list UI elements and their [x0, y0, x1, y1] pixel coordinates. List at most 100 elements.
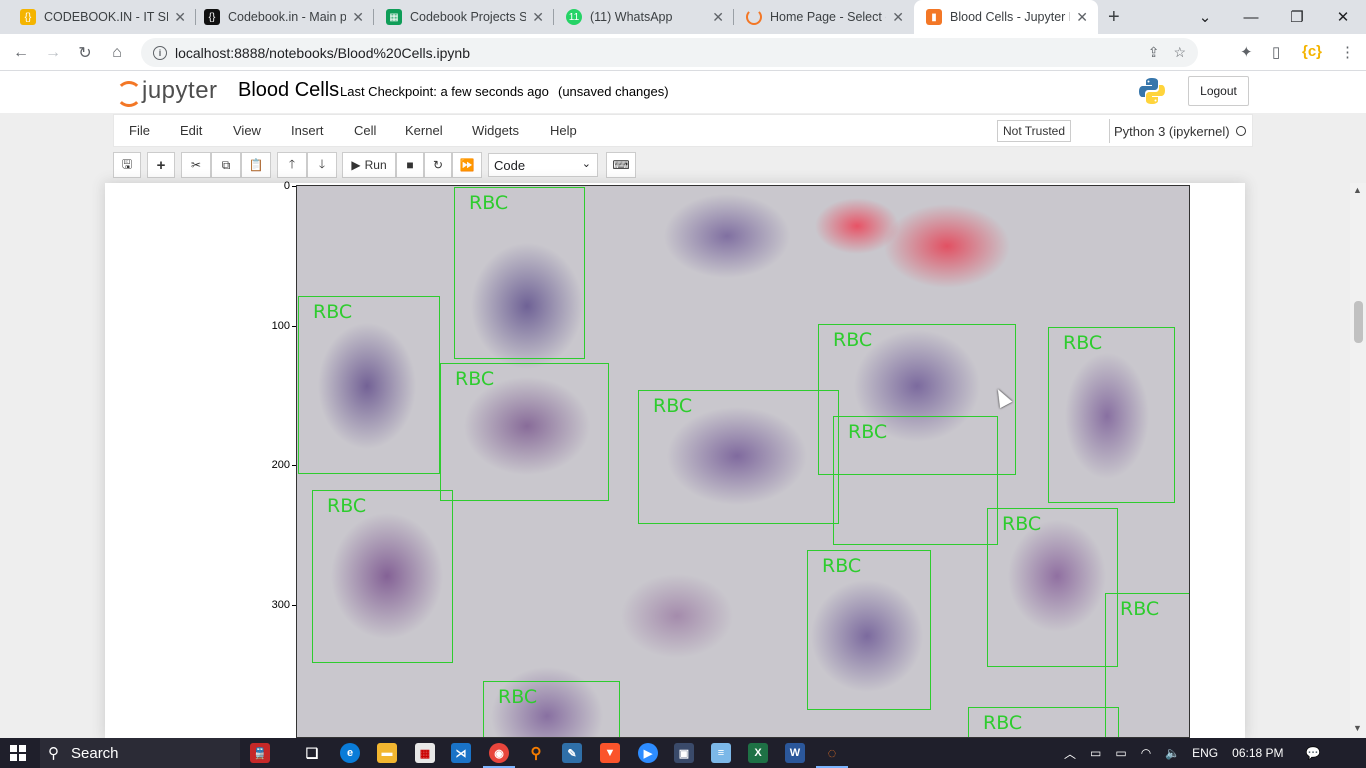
system-tray: ︿ ▭ ▭ ◠ 🔈 ENG 06:18 PM 💬 — [1064, 738, 1320, 768]
word-icon[interactable]: W — [785, 743, 805, 763]
close-icon[interactable]: ✕ — [892, 9, 904, 26]
forward-icon[interactable]: → — [41, 41, 65, 65]
tab-codebook-projects[interactable]: ▦ Codebook Projects St ✕ — [374, 0, 554, 34]
menu-insert[interactable]: Insert — [291, 123, 324, 138]
move-up-button[interactable]: 🡑 — [277, 152, 307, 178]
tab-codebook-main[interactable]: {} Codebook.in - Main p ✕ — [192, 0, 374, 34]
language-indicator[interactable]: ENG — [1192, 746, 1218, 760]
excel-icon[interactable]: X — [748, 743, 768, 763]
reload-icon[interactable]: ↻ — [73, 41, 97, 65]
restart-button[interactable]: ↻ — [424, 152, 452, 178]
cut-button[interactable]: ✂ — [181, 152, 211, 178]
fast-forward-icon: ⏩ — [459, 158, 475, 172]
close-icon[interactable]: ✕ — [532, 9, 544, 26]
tab-blood-cells[interactable]: ▮ Blood Cells - Jupyter N ✕ — [914, 0, 1098, 34]
back-icon[interactable]: ← — [9, 41, 33, 65]
page-scrollbar[interactable]: ▲ ▼ — [1350, 183, 1366, 738]
wifi-icon[interactable]: ◠ — [1141, 746, 1151, 760]
task-view-icon[interactable]: ❏ — [302, 743, 322, 763]
url-text: localhost:8888/notebooks/Blood%20Cells.i… — [175, 44, 470, 61]
minimize-icon[interactable]: — — [1228, 0, 1274, 34]
taskbar-search[interactable]: ⚲ Search — [40, 738, 240, 768]
whatsapp-icon: 11 — [566, 9, 582, 25]
rbc-detection-box: RBC — [483, 681, 620, 737]
site-info-icon[interactable]: i — [153, 45, 167, 60]
menu-help[interactable]: Help — [550, 123, 577, 138]
close-icon[interactable]: ✕ — [352, 9, 364, 26]
close-icon[interactable]: ✕ — [712, 9, 724, 26]
side-panel-icon[interactable]: ▯ — [1272, 43, 1280, 61]
restart-run-all-button[interactable]: ⏩ — [452, 152, 482, 178]
move-down-button[interactable]: 🡓 — [307, 152, 337, 178]
jupyter-toolbar: 🖫 + ✂ ⧉ 📋 🡑 🡓 ▶ Run ■ ↻ ⏩ Code ⌄ ⌨ — [113, 149, 1253, 181]
y-tick-label: 200 — [271, 459, 290, 471]
scroll-up-icon[interactable]: ▲ — [1353, 185, 1362, 195]
rbc-detection-box: RBC — [440, 363, 609, 501]
close-icon[interactable]: ✕ — [174, 9, 186, 26]
logout-button[interactable]: Logout — [1188, 76, 1249, 106]
tab-title: CODEBOOK.IN - IT SER — [44, 10, 168, 24]
system-icon[interactable]: ▣ — [674, 743, 694, 763]
extensions-icon[interactable]: ✦ — [1240, 43, 1253, 61]
browser-menu-icon[interactable]: ⋮ — [1340, 43, 1355, 61]
battery-icon[interactable]: ▭ — [1115, 746, 1126, 760]
notebook-name[interactable]: Blood Cells — [238, 79, 339, 102]
tab-search-icon[interactable]: ⌄ — [1182, 0, 1228, 34]
codebook-extension-icon[interactable]: {c} — [1302, 43, 1322, 60]
chevron-up-icon[interactable]: ︿ — [1064, 745, 1076, 762]
copy-button[interactable]: ⧉ — [211, 152, 241, 178]
rbc-detection-box: RBC — [1048, 327, 1175, 503]
kernel-name: Python 3 (ipykernel) — [1109, 119, 1230, 143]
stop-icon: ■ — [406, 158, 414, 172]
chrome-icon[interactable]: ◉ — [483, 743, 515, 768]
clock[interactable]: 06:18 PM — [1232, 746, 1283, 760]
notifications-icon[interactable]: 💬 — [1306, 746, 1321, 760]
run-button[interactable]: ▶ Run — [342, 152, 396, 178]
menu-edit[interactable]: Edit — [180, 123, 202, 138]
close-icon[interactable]: ✕ — [1076, 9, 1088, 26]
vscode-icon[interactable]: ⋊ — [451, 743, 471, 763]
cell-type-select[interactable]: Code ⌄ — [488, 153, 598, 177]
scrollbar-thumb[interactable] — [1354, 301, 1363, 343]
edge-icon[interactable]: e — [340, 743, 360, 763]
menu-kernel[interactable]: Kernel — [405, 123, 443, 138]
tab-whatsapp[interactable]: 11 (11) WhatsApp ✕ — [554, 0, 734, 34]
menu-file[interactable]: File — [129, 123, 150, 138]
search-app-icon[interactable]: ⚲ — [526, 743, 546, 763]
codebook-dark-icon: {} — [204, 9, 220, 25]
menu-widgets[interactable]: Widgets — [472, 123, 519, 138]
menu-cell[interactable]: Cell — [354, 123, 376, 138]
python-logo-icon — [1139, 78, 1165, 104]
window-close-icon[interactable]: ✕ — [1320, 0, 1366, 34]
trust-indicator[interactable]: Not Trusted — [997, 120, 1072, 142]
zoom-icon[interactable]: ▶ — [638, 743, 658, 763]
share-icon[interactable]: ⇪ — [1148, 44, 1160, 61]
bookmark-star-icon[interactable]: ☆ — [1173, 44, 1186, 61]
brave-icon[interactable]: ▼ — [600, 743, 620, 763]
jupyter-logo[interactable]: jupyter — [116, 77, 218, 105]
home-icon[interactable]: ⌂ — [105, 41, 129, 65]
train-widget-icon[interactable]: 🚆 — [250, 743, 270, 763]
restore-icon[interactable]: ❐ — [1274, 0, 1320, 34]
save-button[interactable]: 🖫 — [113, 152, 141, 178]
paste-button[interactable]: 📋 — [241, 152, 271, 178]
menu-view[interactable]: View — [233, 123, 261, 138]
command-palette-button[interactable]: ⌨ — [606, 152, 636, 178]
tab-title: Blood Cells - Jupyter N — [950, 10, 1071, 24]
new-tab-icon[interactable]: + — [1108, 6, 1120, 29]
file-explorer-icon[interactable]: ▬ — [377, 743, 397, 763]
scissors-icon: ✂ — [190, 158, 202, 172]
tab-codebook-it[interactable]: {} CODEBOOK.IN - IT SER ✕ — [8, 0, 196, 34]
windows-start-icon[interactable] — [10, 745, 26, 761]
tab-home-page[interactable]: Home Page - Select o ✕ — [734, 0, 914, 34]
snipping-icon[interactable]: ✎ — [562, 743, 582, 763]
insert-cell-button[interactable]: + — [147, 152, 175, 178]
url-field[interactable]: i localhost:8888/notebooks/Blood%20Cells… — [141, 38, 1198, 67]
store-icon[interactable]: ▦ — [415, 743, 435, 763]
notepad-icon[interactable]: ≡ — [711, 743, 731, 763]
scroll-down-icon[interactable]: ▼ — [1353, 723, 1362, 733]
interrupt-button[interactable]: ■ — [396, 152, 424, 178]
jupyter-taskbar-icon[interactable]: ◌ — [816, 743, 848, 768]
volume-icon[interactable]: 🔈 — [1165, 746, 1180, 760]
meet-icon[interactable]: ▭ — [1090, 746, 1101, 760]
